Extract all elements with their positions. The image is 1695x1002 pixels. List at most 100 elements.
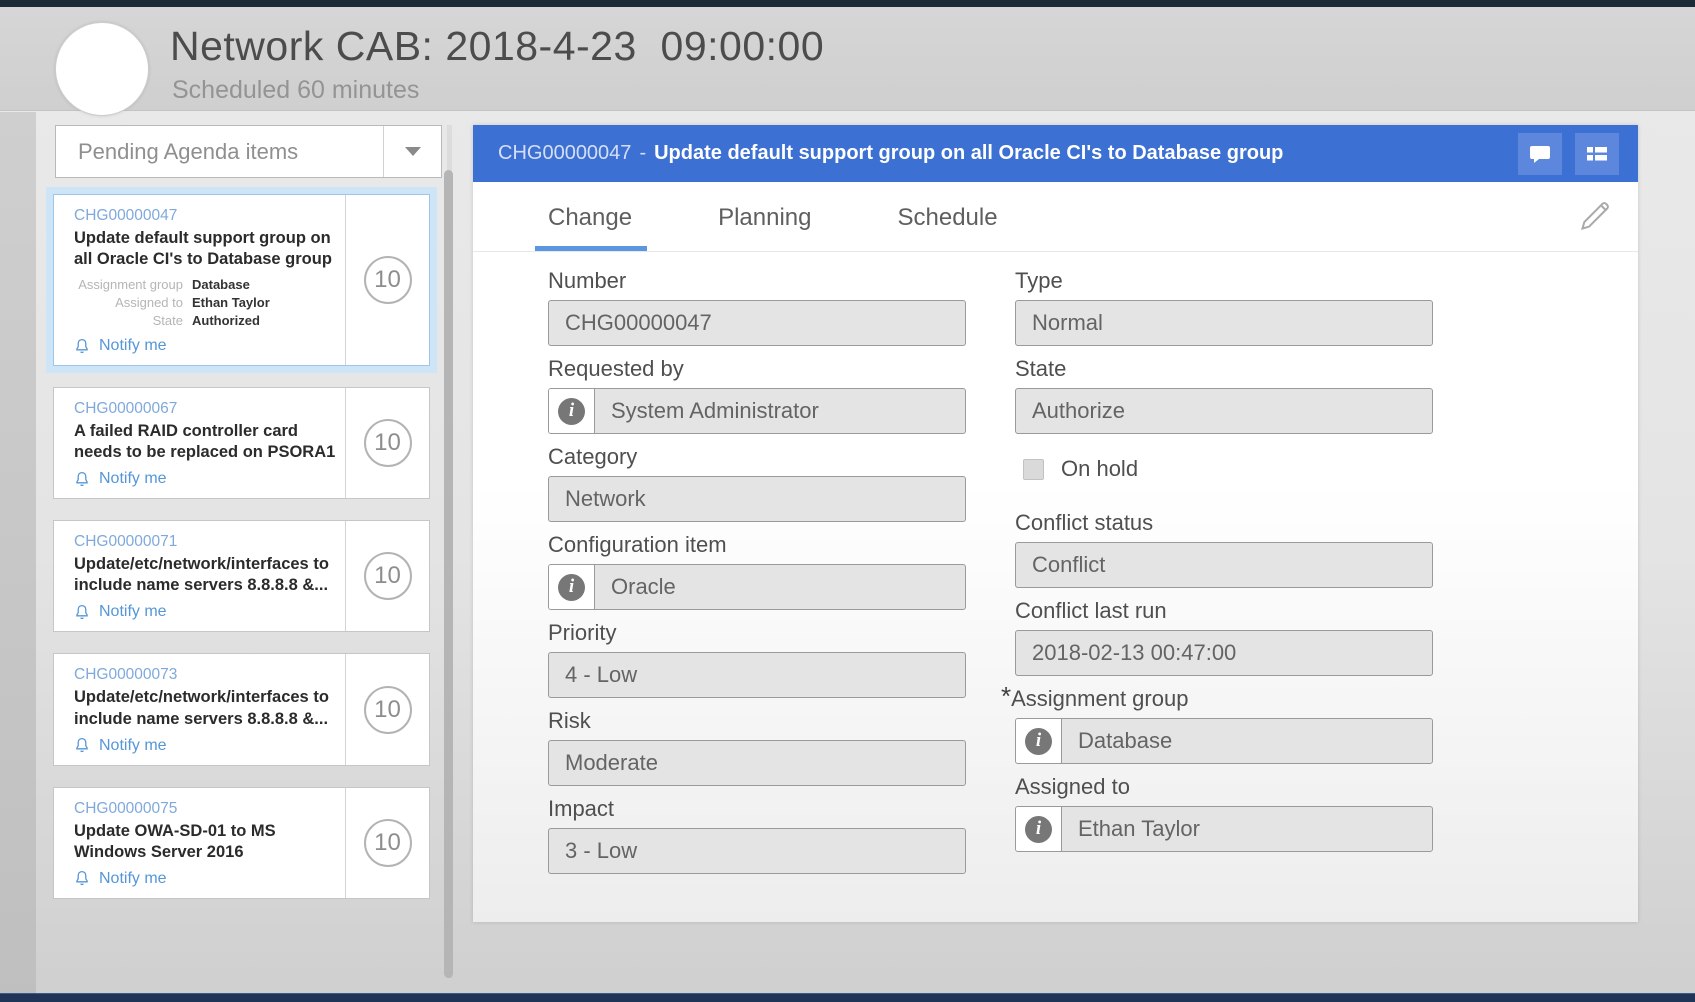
form-row: State Authorize (1015, 356, 1433, 434)
field-value: Authorize (1016, 398, 1125, 424)
agenda-card[interactable]: CHG00000071 Update/etc/network/interface… (53, 520, 430, 632)
field-value: Normal (1016, 310, 1103, 336)
change-number-link[interactable]: CHG00000073 (74, 666, 339, 684)
bell-icon (74, 471, 90, 488)
detail-label: Assignment group (74, 276, 192, 294)
field-value: Oracle (595, 574, 676, 600)
priority-field[interactable]: 4 - Low (548, 652, 966, 698)
on-hold-row: On hold (1023, 456, 1433, 482)
assignment-group-field[interactable]: i Database (1015, 718, 1433, 764)
reference-info-button[interactable]: i (1016, 719, 1062, 763)
impact-field[interactable]: 3 - Low (548, 828, 966, 874)
notify-me-link[interactable]: Notify me (74, 870, 339, 888)
card-content: CHG00000073 Update/etc/network/interface… (54, 654, 345, 764)
detail-label: Assigned to (74, 294, 192, 312)
reference-info-button[interactable]: i (549, 565, 595, 609)
notify-me-link[interactable]: Notify me (74, 737, 339, 755)
card-title: Update/etc/network/interfaces to include… (74, 554, 339, 596)
pencil-icon (1575, 196, 1615, 236)
card-content: CHG00000047 Update default support group… (54, 195, 345, 365)
category-field[interactable]: Network (548, 476, 966, 522)
detail-tabs: Change Planning Schedule (473, 182, 1638, 252)
chevron-down-icon (405, 147, 421, 156)
meeting-duration: Scheduled 60 minutes (172, 76, 419, 105)
notify-me-link[interactable]: Notify me (74, 337, 339, 355)
form-row: Conflict status Conflict (1015, 510, 1433, 588)
sidebar-scrollbar-thumb[interactable] (444, 170, 453, 978)
field-value: Ethan Taylor (1062, 816, 1200, 842)
requested-by-field[interactable]: i System Administrator (548, 388, 966, 434)
agenda-card[interactable]: CHG00000075 Update OWA-SD-01 to MS Windo… (53, 787, 430, 899)
number-field[interactable]: CHG00000047 (548, 300, 966, 346)
card-content: CHG00000071 Update/etc/network/interface… (54, 521, 345, 631)
info-icon: i (1025, 728, 1052, 755)
panel-actions (1518, 133, 1619, 175)
card-title: Update default support group on all Orac… (74, 228, 339, 270)
tab-planning[interactable]: Planning (718, 204, 811, 251)
view-toggle-button[interactable] (1575, 133, 1619, 175)
form-row: Configuration item i Oracle (548, 532, 966, 610)
duration-badge: 10 (364, 686, 412, 734)
agenda-card[interactable]: CHG00000073 Update/etc/network/interface… (53, 653, 430, 765)
on-hold-checkbox[interactable] (1023, 459, 1044, 480)
tab-schedule[interactable]: Schedule (898, 204, 998, 251)
detail-value: Database (192, 276, 250, 294)
card-title: Update/etc/network/interfaces to include… (74, 687, 339, 729)
conflict-status-field[interactable]: Conflict (1015, 542, 1433, 588)
agenda-filter-dropdown[interactable]: Pending Agenda items (55, 125, 442, 178)
badge-column: 10 (345, 788, 429, 898)
duration-badge: 10 (364, 419, 412, 467)
bottom-chrome-bar (0, 993, 1695, 1002)
field-label: Conflict status (1015, 510, 1433, 536)
bell-icon (74, 604, 90, 621)
agenda-card[interactable]: CHG00000047 Update default support group… (53, 194, 430, 366)
detail-row: Assignment group Database (74, 276, 339, 294)
field-label: Assigned to (1015, 774, 1433, 800)
field-value: 4 - Low (549, 662, 637, 688)
form-row: Number CHG00000047 (548, 268, 966, 346)
notify-me-link[interactable]: Notify me (74, 603, 339, 621)
form-row: Priority 4 - Low (548, 620, 966, 698)
change-number-link[interactable]: CHG00000075 (74, 800, 339, 818)
form-row: Risk Moderate (548, 708, 966, 786)
agenda-card-list: CHG00000047 Update default support group… (53, 194, 430, 899)
chat-bubble-icon (1528, 144, 1552, 164)
notify-me-link[interactable]: Notify me (74, 470, 339, 488)
field-value: Network (549, 486, 646, 512)
chat-button[interactable] (1518, 133, 1562, 175)
field-value: Database (1062, 728, 1172, 754)
notify-me-label: Notify me (99, 470, 167, 488)
edit-button[interactable] (1574, 196, 1616, 238)
duration-badge: 10 (364, 256, 412, 304)
agenda-filter-label: Pending Agenda items (56, 126, 383, 177)
state-field[interactable]: Authorize (1015, 388, 1433, 434)
reference-info-button[interactable]: i (1016, 807, 1062, 851)
field-label: Category (548, 444, 966, 470)
reference-info-button[interactable]: i (549, 389, 595, 433)
change-id: CHG00000047 (498, 142, 631, 165)
change-number-link[interactable]: CHG00000047 (74, 207, 339, 225)
info-icon: i (558, 398, 585, 425)
field-label: Impact (548, 796, 966, 822)
field-label: Type (1015, 268, 1433, 294)
change-number-link[interactable]: CHG00000067 (74, 400, 339, 418)
tab-change[interactable]: Change (548, 204, 632, 251)
type-field[interactable]: Normal (1015, 300, 1433, 346)
card-title: A failed RAID controller card needs to b… (74, 421, 339, 463)
configuration-item-field[interactable]: i Oracle (548, 564, 966, 610)
agenda-card[interactable]: CHG00000067 A failed RAID controller car… (53, 387, 430, 499)
conflict-last-run-field[interactable]: 2018-02-13 00:47:00 (1015, 630, 1433, 676)
bell-icon (74, 338, 90, 355)
form-column-right: Type Normal State Authorize On hold C (1015, 268, 1433, 862)
assigned-to-field[interactable]: i Ethan Taylor (1015, 806, 1433, 852)
avatar (55, 22, 149, 116)
field-value: Conflict (1016, 552, 1105, 578)
field-value: 2018-02-13 00:47:00 (1016, 640, 1236, 666)
change-number-link[interactable]: CHG00000071 (74, 533, 339, 551)
badge-column: 10 (345, 654, 429, 764)
risk-field[interactable]: Moderate (548, 740, 966, 786)
badge-column: 10 (345, 195, 429, 365)
form-row: Requested by i System Administrator (548, 356, 966, 434)
dropdown-caret-button[interactable] (383, 126, 441, 177)
detail-row: Assigned to Ethan Taylor (74, 294, 339, 312)
